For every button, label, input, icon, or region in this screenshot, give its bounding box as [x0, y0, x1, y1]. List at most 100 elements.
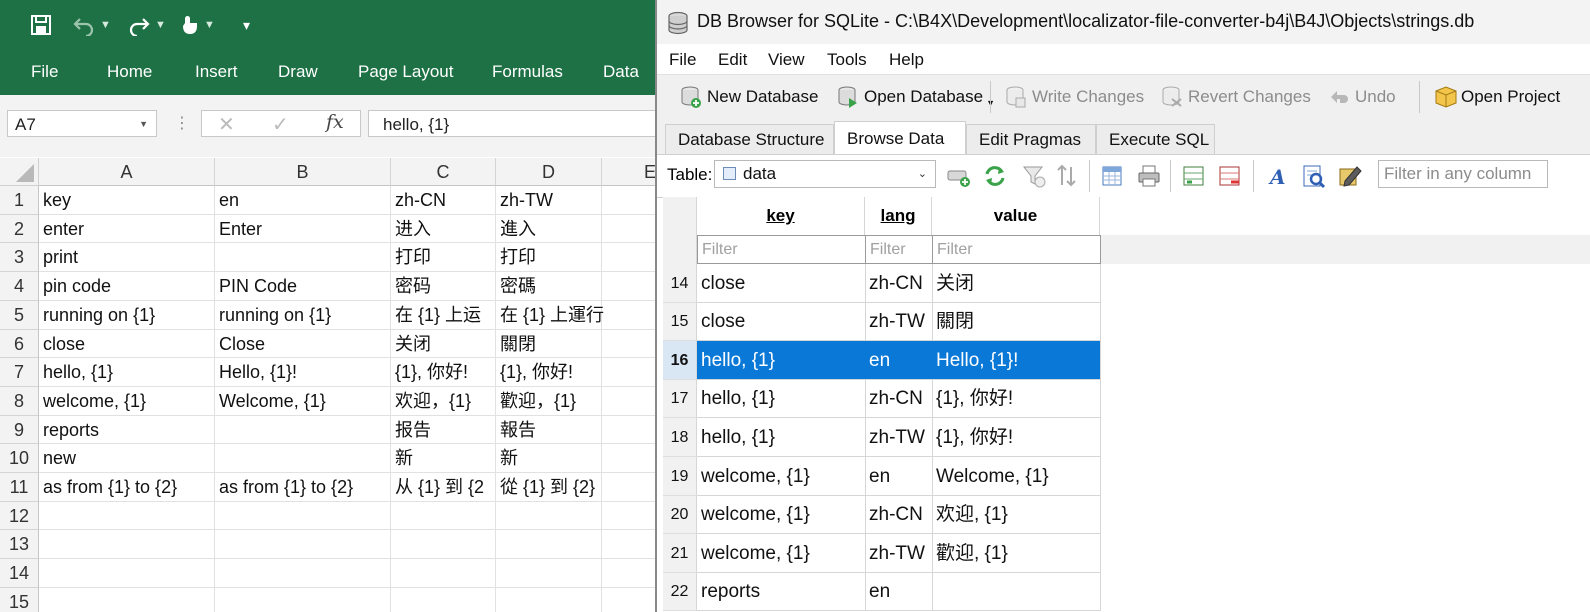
sheet-cell[interactable]: hello, {1} — [39, 358, 215, 387]
tab-file[interactable]: File — [31, 62, 58, 82]
sheet-cell[interactable]: Close — [215, 330, 391, 358]
sheet-cell[interactable] — [602, 502, 655, 530]
sheet-cell[interactable] — [496, 588, 602, 612]
tab-insert[interactable]: Insert — [195, 62, 238, 82]
sheet-cell[interactable] — [602, 588, 655, 612]
sheet-cell[interactable] — [215, 502, 391, 530]
column-header-lang[interactable]: lang — [865, 197, 932, 235]
sheet-cell[interactable]: 关闭 — [391, 330, 496, 358]
sheet-cell[interactable]: new — [39, 444, 215, 473]
sheet-cell[interactable]: 进入 — [391, 215, 496, 243]
tab-data[interactable]: Data — [603, 62, 639, 82]
cancel-icon[interactable]: ✕ — [218, 112, 235, 137]
sheet-cell[interactable]: running on {1} — [39, 301, 215, 330]
revert-changes-button[interactable]: Revert Changes — [1161, 83, 1311, 111]
find-icon[interactable] — [1301, 163, 1327, 189]
sheet-cell[interactable]: 進入 — [496, 215, 602, 243]
grid-row-number[interactable]: 20 — [663, 496, 697, 534]
grid-cell-lang[interactable]: zh-TW — [865, 418, 933, 457]
tab-execute-sql[interactable]: Execute SQL — [1096, 124, 1215, 154]
sheet-cell[interactable]: 新 — [496, 444, 602, 473]
sheet-cell[interactable] — [602, 186, 655, 215]
save-icon[interactable] — [30, 11, 52, 39]
grid-cell-value[interactable]: Welcome, {1} — [932, 457, 1101, 496]
sheet-cell[interactable] — [215, 416, 391, 444]
undo-dropdown-icon[interactable]: ▼ — [100, 19, 111, 31]
grid-cell-value[interactable]: 關閉 — [932, 303, 1101, 341]
undo-button[interactable]: Undo — [1328, 83, 1396, 111]
sheet-cell[interactable]: 报告 — [391, 416, 496, 444]
sheet-cell[interactable] — [39, 559, 215, 588]
menu-edit[interactable]: Edit — [718, 50, 747, 70]
edit-display-format-icon[interactable] — [1337, 163, 1363, 189]
sheet-cell[interactable]: key — [39, 186, 215, 215]
formula-bar-grip-icon[interactable]: ⋮ — [174, 113, 190, 133]
sheet-cell[interactable] — [391, 530, 496, 559]
grid-cell-value[interactable]: Hello, {1}! — [932, 341, 1101, 380]
enter-check-icon[interactable]: ✓ — [272, 112, 289, 137]
grid-row-number[interactable]: 17 — [663, 380, 697, 418]
row-header[interactable]: 13 — [0, 530, 39, 559]
grid-cell-lang[interactable]: zh-CN — [865, 380, 933, 418]
grid-cell-lang[interactable]: zh-TW — [865, 534, 933, 573]
redo-icon[interactable]: ▼ — [127, 11, 166, 39]
tab-database-structure[interactable]: Database Structure — [665, 124, 834, 154]
sheet-cell[interactable]: Hello, {1}! — [215, 358, 391, 387]
select-all-button[interactable] — [0, 158, 39, 186]
grid-cell-key[interactable]: hello, {1} — [697, 341, 866, 380]
grid-row-number[interactable]: 19 — [663, 457, 697, 496]
sheet-cell[interactable]: zh-CN — [391, 186, 496, 215]
column-header-e[interactable]: E — [602, 158, 655, 186]
row-header[interactable]: 1 — [0, 186, 39, 215]
filter-value-input[interactable]: Filter — [932, 235, 1101, 264]
sheet-cell[interactable] — [215, 530, 391, 559]
menu-help[interactable]: Help — [889, 50, 924, 70]
customize-qat-icon[interactable]: ▾ — [243, 11, 250, 39]
menu-file[interactable]: File — [669, 50, 696, 70]
grid-cell-value[interactable]: {1}, 你好! — [932, 380, 1101, 418]
column-header-value[interactable]: value — [932, 197, 1100, 235]
row-header[interactable]: 8 — [0, 387, 39, 416]
delete-row-icon[interactable] — [1217, 163, 1243, 189]
grid-cell-key[interactable]: welcome, {1} — [697, 496, 866, 534]
sheet-cell[interactable]: running on {1} — [215, 301, 391, 330]
sheet-cell[interactable] — [39, 530, 215, 559]
row-header[interactable]: 2 — [0, 215, 39, 243]
row-header[interactable]: 14 — [0, 559, 39, 588]
touch-mode-icon[interactable]: ▼ — [180, 11, 215, 39]
print-icon[interactable] — [1136, 163, 1162, 189]
grid-cell-value[interactable] — [932, 573, 1101, 611]
sheet-cell[interactable]: enter — [39, 215, 215, 243]
column-header-a[interactable]: A — [39, 158, 215, 186]
tab-draw[interactable]: Draw — [278, 62, 318, 82]
sheet-cell[interactable]: 在 {1} 上運行 — [496, 301, 604, 330]
row-header[interactable]: 11 — [0, 473, 39, 502]
row-header[interactable]: 12 — [0, 502, 39, 530]
row-header[interactable]: 5 — [0, 301, 39, 330]
filter-lang-input[interactable]: Filter — [865, 235, 933, 264]
grid-cell-value[interactable]: 歡迎, {1} — [932, 534, 1101, 573]
grid-row-number[interactable]: 16 — [663, 341, 697, 380]
sheet-cell[interactable]: {1}, 你好! — [496, 358, 602, 387]
sheet-cell[interactable] — [602, 272, 655, 301]
sheet-cell[interactable]: zh-TW — [496, 186, 602, 215]
write-changes-button[interactable]: Write Changes — [1005, 83, 1144, 111]
insert-function-icon[interactable]: fx — [326, 111, 344, 133]
new-database-button[interactable]: New Database — [680, 83, 819, 111]
save-table-icon[interactable] — [1100, 163, 1126, 189]
row-header[interactable]: 10 — [0, 444, 39, 473]
sheet-cell[interactable] — [496, 502, 602, 530]
grid-row-number[interactable]: 21 — [663, 534, 697, 573]
insert-row-icon[interactable] — [1181, 163, 1207, 189]
sheet-cell[interactable]: as from {1} to {2} — [215, 473, 391, 502]
sheet-cell[interactable]: print — [39, 243, 215, 272]
sheet-cell[interactable]: en — [215, 186, 391, 215]
grid-row-number[interactable]: 15 — [663, 303, 697, 341]
filter-any-column-input[interactable]: Filter in any column — [1378, 160, 1548, 188]
refresh-icon[interactable] — [982, 163, 1008, 189]
sheet-cell[interactable]: 從 {1} 到 {2} — [496, 473, 602, 502]
sheet-cell[interactable]: 報告 — [496, 416, 602, 444]
open-database-button[interactable]: Open Database ▼ — [837, 83, 995, 111]
formula-input[interactable]: hello, {1} — [368, 110, 655, 137]
row-header[interactable]: 4 — [0, 272, 39, 301]
